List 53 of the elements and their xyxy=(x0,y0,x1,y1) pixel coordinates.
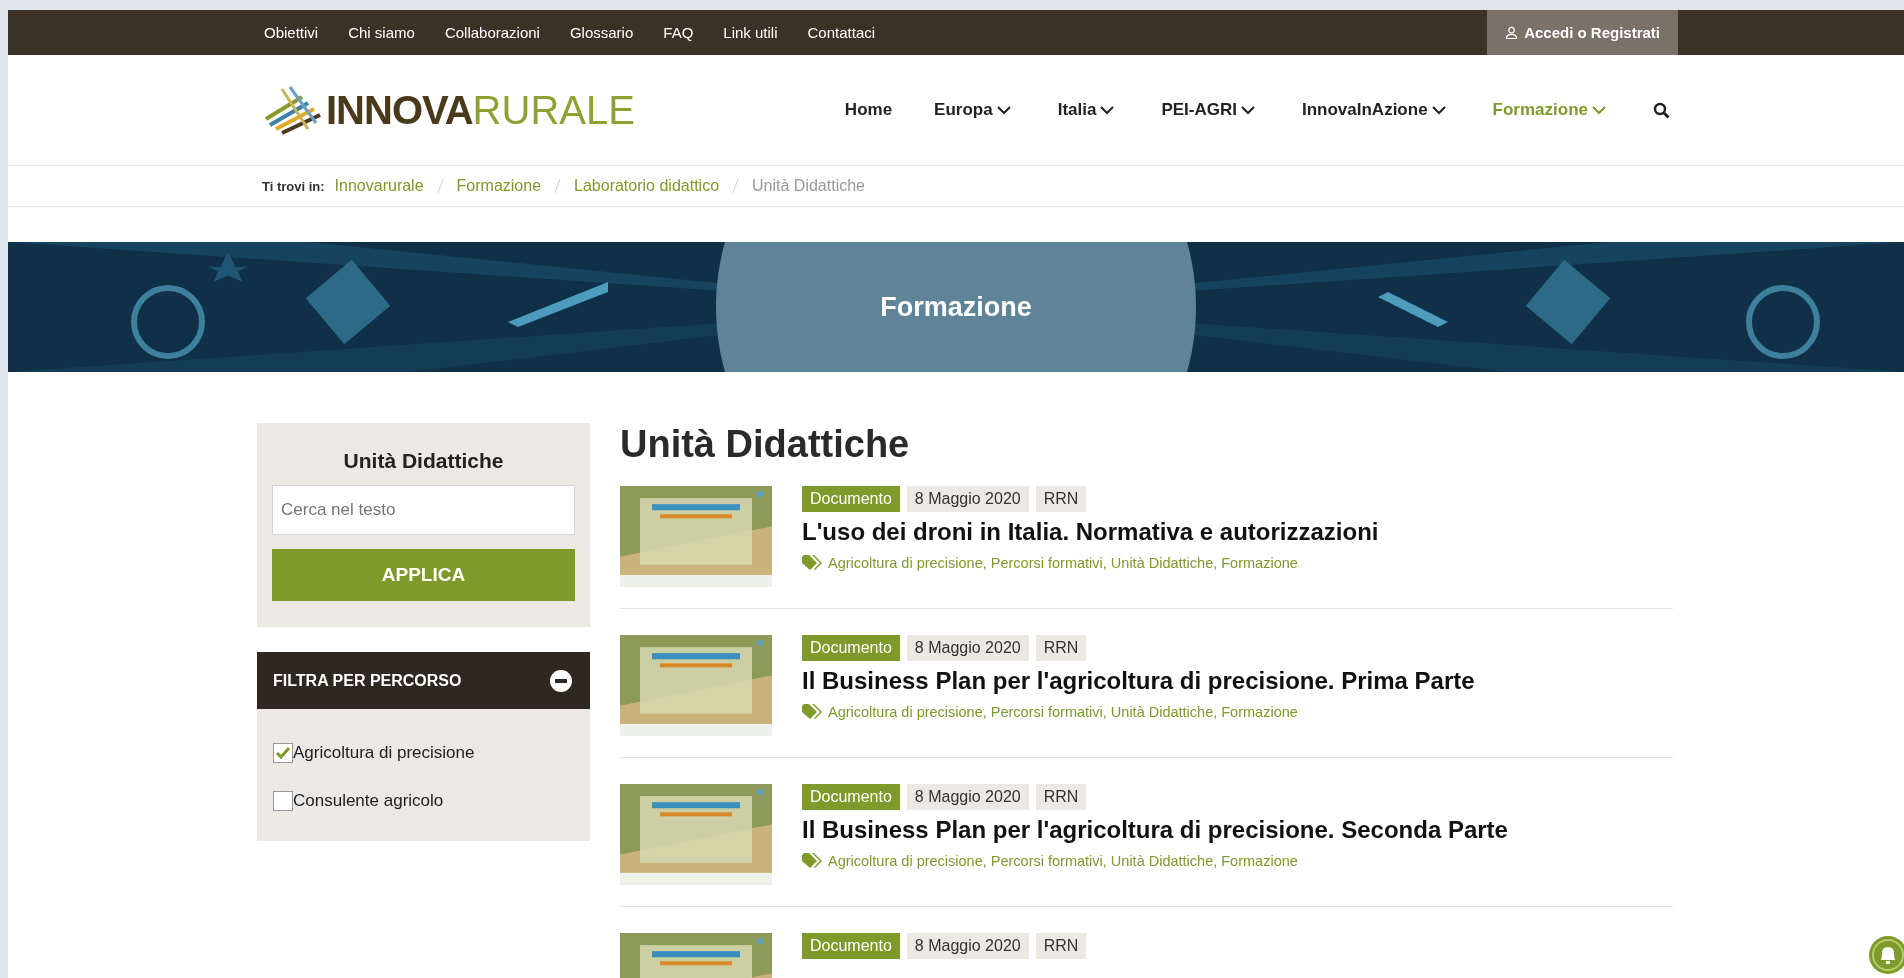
top-nav-link[interactable]: Collaborazioni xyxy=(444,24,540,41)
top-nav-link[interactable]: Link utili xyxy=(723,24,778,41)
top-nav-link[interactable]: Glossario xyxy=(569,24,634,41)
source-tag: RRN xyxy=(1035,486,1087,512)
page-title: Unità Didattiche xyxy=(620,423,911,466)
checkbox[interactable] xyxy=(273,743,293,763)
filter-header[interactable]: FILTRA PER PERCORSO xyxy=(257,652,590,709)
collapse-icon[interactable] xyxy=(550,669,572,692)
document-title-link[interactable]: L'uso dei droni in Italia. Normativa e autorizzazioni xyxy=(802,518,1379,546)
nav-menu-item[interactable]: Home xyxy=(844,100,893,120)
top-nav-link[interactable]: Obiettivi xyxy=(264,24,319,41)
type-tag: Documento xyxy=(802,933,900,959)
filter-option-label: Agricoltura di precisione xyxy=(293,743,475,763)
date-tag: 8 Maggio 2020 xyxy=(906,486,1029,512)
top-nav-link[interactable]: Chi siamo xyxy=(348,24,415,41)
tags-icon xyxy=(802,555,824,571)
banner-title: Formazione xyxy=(880,291,1032,323)
sidebar-title: Unità Didattiche xyxy=(342,449,505,473)
site-logo[interactable]: INNOVARURALE xyxy=(262,79,635,141)
nav-menu-item[interactable]: Italia xyxy=(1057,100,1116,120)
source-tag: RRN xyxy=(1035,635,1087,661)
chevron-down-icon xyxy=(1430,105,1447,115)
top-nav-link[interactable]: FAQ xyxy=(663,24,694,41)
checkbox[interactable] xyxy=(273,791,293,811)
document-title-link[interactable]: Il Business Plan per l'agricoltura di precisione. Prima Parte xyxy=(802,667,1475,695)
date-tag: 8 Maggio 2020 xyxy=(906,635,1029,661)
chevron-down-icon xyxy=(1099,105,1116,115)
nav-menu-item[interactable]: Europa xyxy=(934,100,1012,120)
tags-icon xyxy=(802,853,824,869)
tags-icon xyxy=(802,704,824,720)
type-tag: Documento xyxy=(802,784,900,810)
source-tag: RRN xyxy=(1035,784,1087,810)
user-icon xyxy=(1505,26,1519,39)
date-tag: 8 Maggio 2020 xyxy=(906,933,1029,959)
type-tag: Documento xyxy=(802,486,900,512)
chevron-down-icon xyxy=(1591,105,1607,115)
type-tag: Documento xyxy=(802,635,900,661)
login-button[interactable]: Accedi o Registrati xyxy=(1487,10,1678,55)
filter-title: FILTRA PER PERCORSO xyxy=(273,671,462,690)
chevron-down-icon xyxy=(1239,105,1256,115)
nav-menu-item[interactable]: InnovaInAzione xyxy=(1301,100,1447,120)
source-tag: RRN xyxy=(1035,933,1087,959)
search-field[interactable]: Cerca nel testo xyxy=(272,485,575,535)
document-title-link[interactable]: Il Business Plan per l'agricoltura di precisione. Seconda Parte xyxy=(802,816,1508,844)
current-page-crumb: Unità Didattiche xyxy=(752,177,865,195)
breadcrumb-label: Ti trovi in: xyxy=(262,178,325,194)
top-nav-link[interactable]: Contattaci xyxy=(807,24,876,41)
date-tag: 8 Maggio 2020 xyxy=(906,784,1029,810)
chevron-down-icon xyxy=(995,105,1012,115)
search-icon[interactable] xyxy=(1653,101,1670,119)
notification-bell-icon[interactable] xyxy=(1868,935,1904,975)
nav-menu-item[interactable]: PEI-AGRI xyxy=(1161,100,1256,120)
filter-option-label: Consulente agricolo xyxy=(293,791,444,811)
